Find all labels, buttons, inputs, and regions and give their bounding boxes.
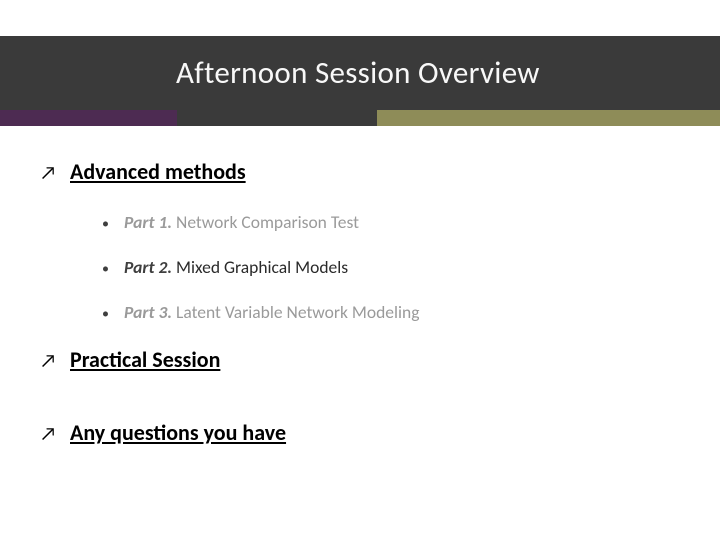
slide: Afternoon Session Overview ↗ Advanced me… [0,0,720,540]
part-1-row: • Part 1. Network Comparison Test [102,211,680,233]
slide-title: Afternoon Session Overview [176,54,540,92]
part-2-label: Part 2. [124,256,172,278]
bullet-icon: • [102,260,124,277]
section-advanced: ↗ Advanced methods [40,158,680,185]
part-1-text: Network Comparison Test [172,211,359,233]
section-advanced-heading: Advanced methods [70,158,246,185]
bullet-icon: • [102,305,124,322]
section-practical: ↗ Practical Session [40,346,680,373]
header-band: Afternoon Session Overview [0,36,720,110]
accent-purple [0,110,177,126]
section-practical-heading: Practical Session [70,346,220,373]
part-3-text: Latent Variable Network Modeling [172,301,419,323]
accent-row [0,110,720,126]
content-body: ↗ Advanced methods • Part 1. Network Com… [0,126,720,446]
header-top-gap [0,0,720,36]
part-3-row: • Part 3. Latent Variable Network Modeli… [102,301,680,323]
arrow-icon: ↗ [40,350,70,373]
part-1-label: Part 1. [124,211,172,233]
part-2-text: Mixed Graphical Models [172,256,348,278]
part-3-label: Part 3. [124,301,172,323]
accent-olive [377,110,720,126]
section-questions-heading: Any questions you have [70,419,286,446]
part-2-row: • Part 2. Mixed Graphical Models [102,256,680,278]
arrow-icon: ↗ [40,423,70,446]
bullet-icon: • [102,215,124,232]
spacer [40,385,680,419]
section-questions: ↗ Any questions you have [40,419,680,446]
accent-dark [177,110,377,126]
arrow-icon: ↗ [40,162,70,185]
spacer [40,197,680,211]
